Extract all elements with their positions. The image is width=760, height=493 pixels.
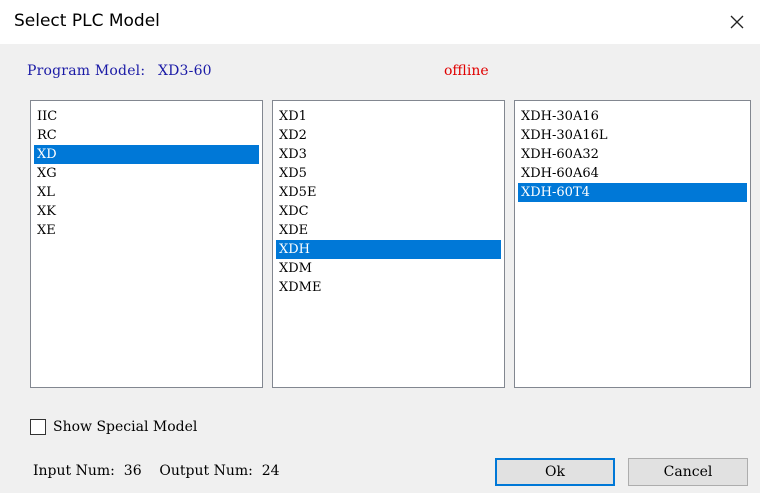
- model-list[interactable]: XD1 XD2 XD3 XD5 XD5E XDC XDE XDH XDM XDME: [272, 100, 505, 388]
- variants-list-item[interactable]: XDH-60A32: [518, 145, 747, 164]
- connection-status: offline: [444, 63, 489, 79]
- window-title: Select PLC Model: [14, 11, 160, 31]
- series-list-item[interactable]: XG: [34, 164, 259, 183]
- output-num-value: 24: [261, 463, 280, 479]
- ok-button[interactable]: Ok: [495, 458, 615, 486]
- series-list-item[interactable]: XD: [34, 145, 259, 164]
- cancel-button[interactable]: Cancel: [628, 458, 748, 486]
- models-list-item[interactable]: XD1: [276, 107, 501, 126]
- input-num-value: 36: [123, 463, 142, 479]
- series-list-item[interactable]: XK: [34, 202, 259, 221]
- close-button[interactable]: [724, 9, 750, 35]
- variants-list-item[interactable]: XDH-30A16L: [518, 126, 747, 145]
- models-list-item[interactable]: XD5: [276, 164, 501, 183]
- models-list-item[interactable]: XDC: [276, 202, 501, 221]
- series-list[interactable]: IIC RC XD XG XL XK XE: [30, 100, 263, 388]
- series-list-item[interactable]: IIC: [34, 107, 259, 126]
- variants-list-item[interactable]: XDH-30A16: [518, 107, 747, 126]
- show-special-model-option[interactable]: Show Special Model: [30, 417, 197, 437]
- variant-list[interactable]: XDH-30A16 XDH-30A16L XDH-60A32 XDH-60A64 XDH…: [514, 100, 751, 388]
- models-list-item[interactable]: XD3: [276, 145, 501, 164]
- series-list-item[interactable]: RC: [34, 126, 259, 145]
- output-num-label: Output Num:: [159, 463, 253, 479]
- variants-list-item[interactable]: XDH-60T4: [518, 183, 747, 202]
- models-list-item[interactable]: XDH: [276, 240, 501, 259]
- show-special-model-checkbox[interactable]: [30, 419, 46, 435]
- models-list-item[interactable]: XDME: [276, 278, 501, 297]
- program-model: Program Model: XD3-60: [27, 63, 212, 79]
- series-list-item[interactable]: XE: [34, 221, 259, 240]
- program-model-label: Program Model:: [27, 63, 146, 79]
- dialog-body: Program Model: XD3-60 offline IIC RC XD XG X…: [0, 44, 760, 493]
- io-counts: Input Num: 36 Output Num: 24: [33, 463, 280, 479]
- variants-list-item[interactable]: XDH-60A64: [518, 164, 747, 183]
- models-list-item[interactable]: XDM: [276, 259, 501, 278]
- close-icon: [730, 15, 744, 29]
- input-num-label: Input Num:: [33, 463, 115, 479]
- title-bar: Select PLC Model: [0, 0, 760, 44]
- program-model-value: XD3-60: [157, 63, 212, 79]
- show-special-model-label: Show Special Model: [53, 419, 198, 435]
- models-list-item[interactable]: XDE: [276, 221, 501, 240]
- models-list-item[interactable]: XD5E: [276, 183, 501, 202]
- series-list-item[interactable]: XL: [34, 183, 259, 202]
- models-list-item[interactable]: XD2: [276, 126, 501, 145]
